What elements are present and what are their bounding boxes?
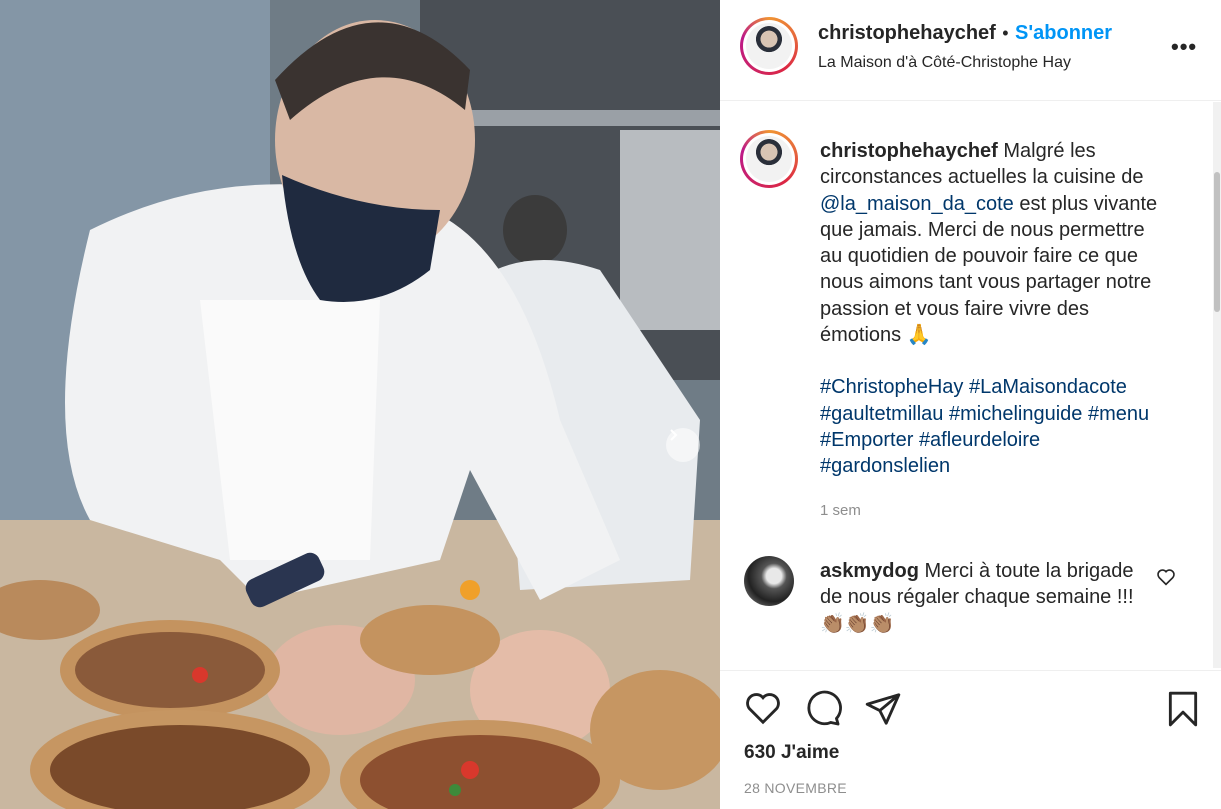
avatar-image <box>746 136 792 182</box>
bookmark-icon <box>1168 691 1198 727</box>
post-date: 28 NOVEMBRE <box>744 780 847 796</box>
hashtag-link[interactable]: #ChristopheHay <box>820 376 963 398</box>
avatar-image <box>746 23 792 69</box>
hashtag-link[interactable]: #gaultetmillau <box>820 403 943 425</box>
comments-scrollbar[interactable] <box>1213 102 1221 668</box>
follow-button[interactable]: S'abonner <box>1015 22 1112 44</box>
author-username[interactable]: christophehaychef <box>818 22 996 44</box>
location-link[interactable]: La Maison d'à Côté-Christophe Hay <box>818 54 1071 72</box>
post-photo[interactable] <box>0 0 720 809</box>
actions-divider <box>720 670 1221 671</box>
hashtag-list: #ChristopheHay #LaMaisondacote #gaultetm… <box>820 374 1165 479</box>
like-comment-button[interactable] <box>1156 568 1176 591</box>
author-avatar[interactable] <box>740 17 798 75</box>
commenter-avatar[interactable] <box>744 556 794 606</box>
hashtag-link[interactable]: #menu <box>1088 403 1149 425</box>
chevron-right-icon <box>670 429 678 441</box>
caption-avatar[interactable] <box>740 130 798 188</box>
comment: askmydog Merci à toute la brigade de nou… <box>820 558 1150 637</box>
heart-outline-icon <box>1157 569 1175 586</box>
next-photo-button[interactable] <box>666 428 700 462</box>
comment-button[interactable] <box>804 690 842 733</box>
post-details-panel: christophehaychef • S'abonner La Maison … <box>720 0 1221 809</box>
share-button[interactable] <box>864 690 902 733</box>
like-button[interactable] <box>744 690 782 731</box>
like-count[interactable]: 630 J'aime <box>744 742 839 764</box>
hashtag-link[interactable]: #michelinguide <box>949 403 1082 425</box>
post-header: christophehaychef • S'abonner La Maison … <box>720 0 1221 101</box>
header-separator: • <box>1002 23 1009 43</box>
hashtag-link[interactable]: #gardonslelien <box>820 455 950 477</box>
heart-icon <box>746 693 780 725</box>
post-caption: christophehaychef Malgré les circonstanc… <box>820 138 1165 480</box>
caption-username[interactable]: christophehaychef <box>820 140 998 162</box>
scrollbar-thumb[interactable] <box>1214 172 1220 312</box>
caption-text-2: est plus vivante que jamais. Merci de no… <box>820 192 1158 347</box>
paper-plane-icon <box>865 693 901 725</box>
hashtag-link[interactable]: #LaMaisondacote <box>969 376 1127 398</box>
photo-scene <box>0 0 720 809</box>
hashtag-link[interactable]: #afleurdeloire <box>919 429 1040 451</box>
mention-link[interactable]: @la_maison_da_cote <box>820 193 1014 215</box>
more-options-icon[interactable]: ••• <box>1171 34 1197 60</box>
hashtag-link[interactable]: #Emporter <box>820 429 913 451</box>
comment-username[interactable]: askmydog <box>820 560 919 582</box>
save-button[interactable] <box>1166 690 1200 733</box>
post-time-ago[interactable]: 1 sem <box>820 502 861 519</box>
comment-bubble-icon <box>807 690 842 726</box>
